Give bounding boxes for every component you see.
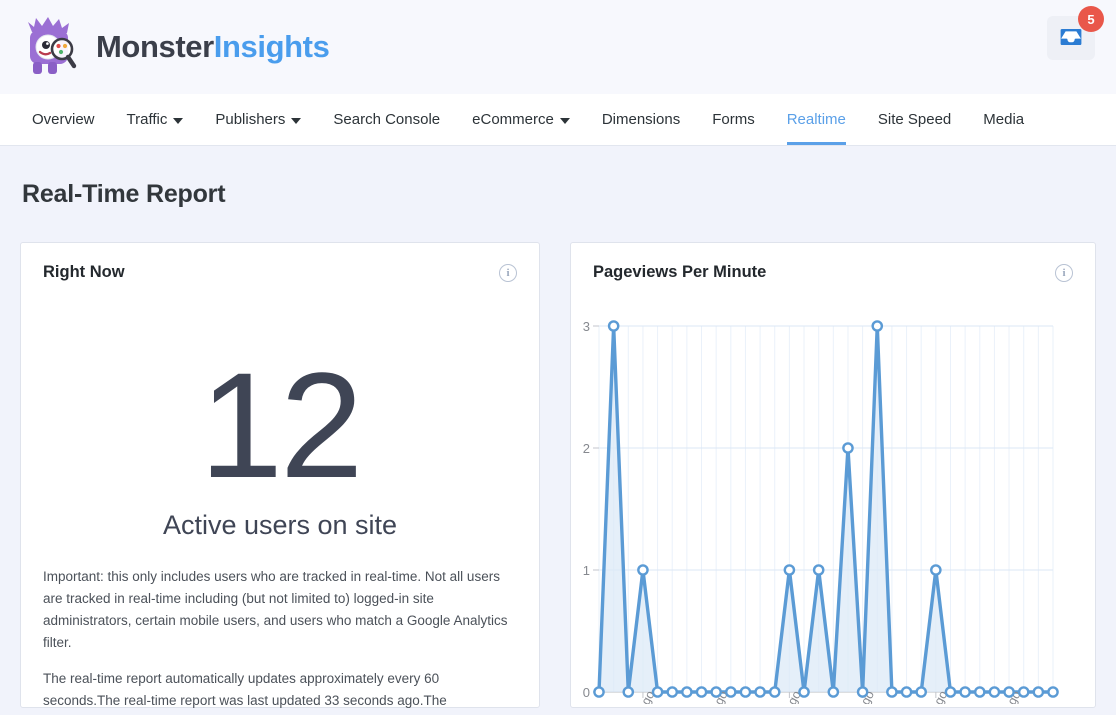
nav-label: Search Console [333, 111, 440, 128]
chart-data-point[interactable] [814, 565, 823, 574]
cards-row: Right Now i 12 Active users on site Impo… [20, 242, 1096, 708]
info-icon[interactable]: i [499, 264, 517, 282]
nav-item-forms[interactable]: Forms [696, 94, 771, 145]
nav-item-dimensions[interactable]: Dimensions [586, 94, 696, 145]
nav-label: Overview [32, 111, 95, 128]
y-tick-label: 0 [583, 685, 590, 700]
monster-mascot-icon [22, 16, 82, 78]
chart-data-point[interactable] [594, 687, 603, 696]
right-now-card-header: Right Now i [21, 243, 539, 282]
nav-label: Dimensions [602, 111, 680, 128]
active-users-count: 12 [21, 350, 539, 500]
chart-data-point[interactable] [961, 687, 970, 696]
nav-item-realtime[interactable]: Realtime [771, 94, 862, 145]
chart-data-point[interactable] [799, 687, 808, 696]
chart-data-point[interactable] [755, 687, 764, 696]
logo-word-insights: Insights [214, 29, 330, 64]
main-navigation: Overview Traffic Publishers Search Conso… [0, 94, 1116, 146]
chart-data-point[interactable] [638, 565, 647, 574]
chart-data-point[interactable] [931, 565, 940, 574]
chevron-down-icon [173, 118, 183, 124]
nav-item-overview[interactable]: Overview [16, 94, 111, 145]
chart-data-point[interactable] [668, 687, 677, 696]
chart-data-point[interactable] [741, 687, 750, 696]
y-tick-label: 2 [583, 441, 590, 456]
chevron-down-icon [560, 118, 570, 124]
pageviews-chart[interactable]: 0123agoagoagoagoagoago [571, 304, 1083, 704]
nav-item-search-console[interactable]: Search Console [317, 94, 456, 145]
notifications-button[interactable]: 5 [1047, 16, 1095, 60]
chart-data-point[interactable] [946, 687, 955, 696]
right-now-notes: Important: this only includes users who … [21, 566, 539, 712]
page-content: Real-Time Report Right Now i 12 Active u… [0, 180, 1116, 708]
chart-data-point[interactable] [770, 687, 779, 696]
nav-item-publishers[interactable]: Publishers [199, 94, 317, 145]
nav-label: Traffic [127, 111, 168, 128]
chevron-down-icon [291, 118, 301, 124]
chart-data-point[interactable] [1019, 687, 1028, 696]
nav-label: eCommerce [472, 111, 554, 128]
chart-data-point[interactable] [697, 687, 706, 696]
chart-data-point[interactable] [843, 443, 852, 452]
chart-data-point[interactable] [975, 687, 984, 696]
pageviews-title: Pageviews Per Minute [593, 263, 766, 282]
right-now-card: Right Now i 12 Active users on site Impo… [20, 242, 540, 708]
nav-item-site-speed[interactable]: Site Speed [862, 94, 967, 145]
chart-data-point[interactable] [917, 687, 926, 696]
nav-label: Publishers [215, 111, 285, 128]
chart-data-point[interactable] [873, 321, 882, 330]
chart-data-point[interactable] [785, 565, 794, 574]
right-now-title: Right Now [43, 263, 125, 282]
nav-label: Site Speed [878, 111, 951, 128]
chart-data-point[interactable] [624, 687, 633, 696]
chart-data-point[interactable] [990, 687, 999, 696]
chart-data-point[interactable] [902, 687, 911, 696]
chart-data-point[interactable] [829, 687, 838, 696]
chart-line [599, 326, 1053, 692]
nav-item-media[interactable]: Media [967, 94, 1040, 145]
chart-data-point[interactable] [653, 687, 662, 696]
app-header: MonsterInsights 5 [0, 0, 1116, 94]
inbox-icon [1059, 26, 1083, 51]
page-title: Real-Time Report [22, 180, 1096, 209]
chart-data-point[interactable] [609, 321, 618, 330]
pageviews-chart-svg[interactable]: 0123agoagoagoagoagoago [571, 304, 1083, 704]
chart-data-point[interactable] [1048, 687, 1057, 696]
chart-data-point[interactable] [712, 687, 721, 696]
chart-data-point[interactable] [682, 687, 691, 696]
logo-wordmark: MonsterInsights [96, 29, 329, 65]
note-paragraph-2: The real-time report automatically updat… [43, 668, 517, 712]
y-tick-label: 1 [583, 563, 590, 578]
active-users-label: Active users on site [21, 510, 539, 541]
logo-word-monster: Monster [96, 29, 214, 64]
notifications-badge: 5 [1078, 6, 1104, 32]
nav-label: Realtime [787, 111, 846, 128]
nav-item-ecommerce[interactable]: eCommerce [456, 94, 586, 145]
chart-data-point[interactable] [1004, 687, 1013, 696]
y-tick-label: 3 [583, 319, 590, 334]
chart-data-point[interactable] [858, 687, 867, 696]
nav-label: Forms [712, 111, 755, 128]
nav-item-traffic[interactable]: Traffic [111, 94, 200, 145]
pageviews-card-header: Pageviews Per Minute i [571, 243, 1095, 282]
note-paragraph-1: Important: this only includes users who … [43, 566, 517, 653]
logo: MonsterInsights [22, 16, 329, 78]
chart-data-point[interactable] [726, 687, 735, 696]
chart-data-point[interactable] [1034, 687, 1043, 696]
pageviews-per-minute-card: Pageviews Per Minute i 0123agoagoagoagoa… [570, 242, 1096, 708]
chart-data-point[interactable] [887, 687, 896, 696]
nav-label: Media [983, 111, 1024, 128]
info-icon[interactable]: i [1055, 264, 1073, 282]
